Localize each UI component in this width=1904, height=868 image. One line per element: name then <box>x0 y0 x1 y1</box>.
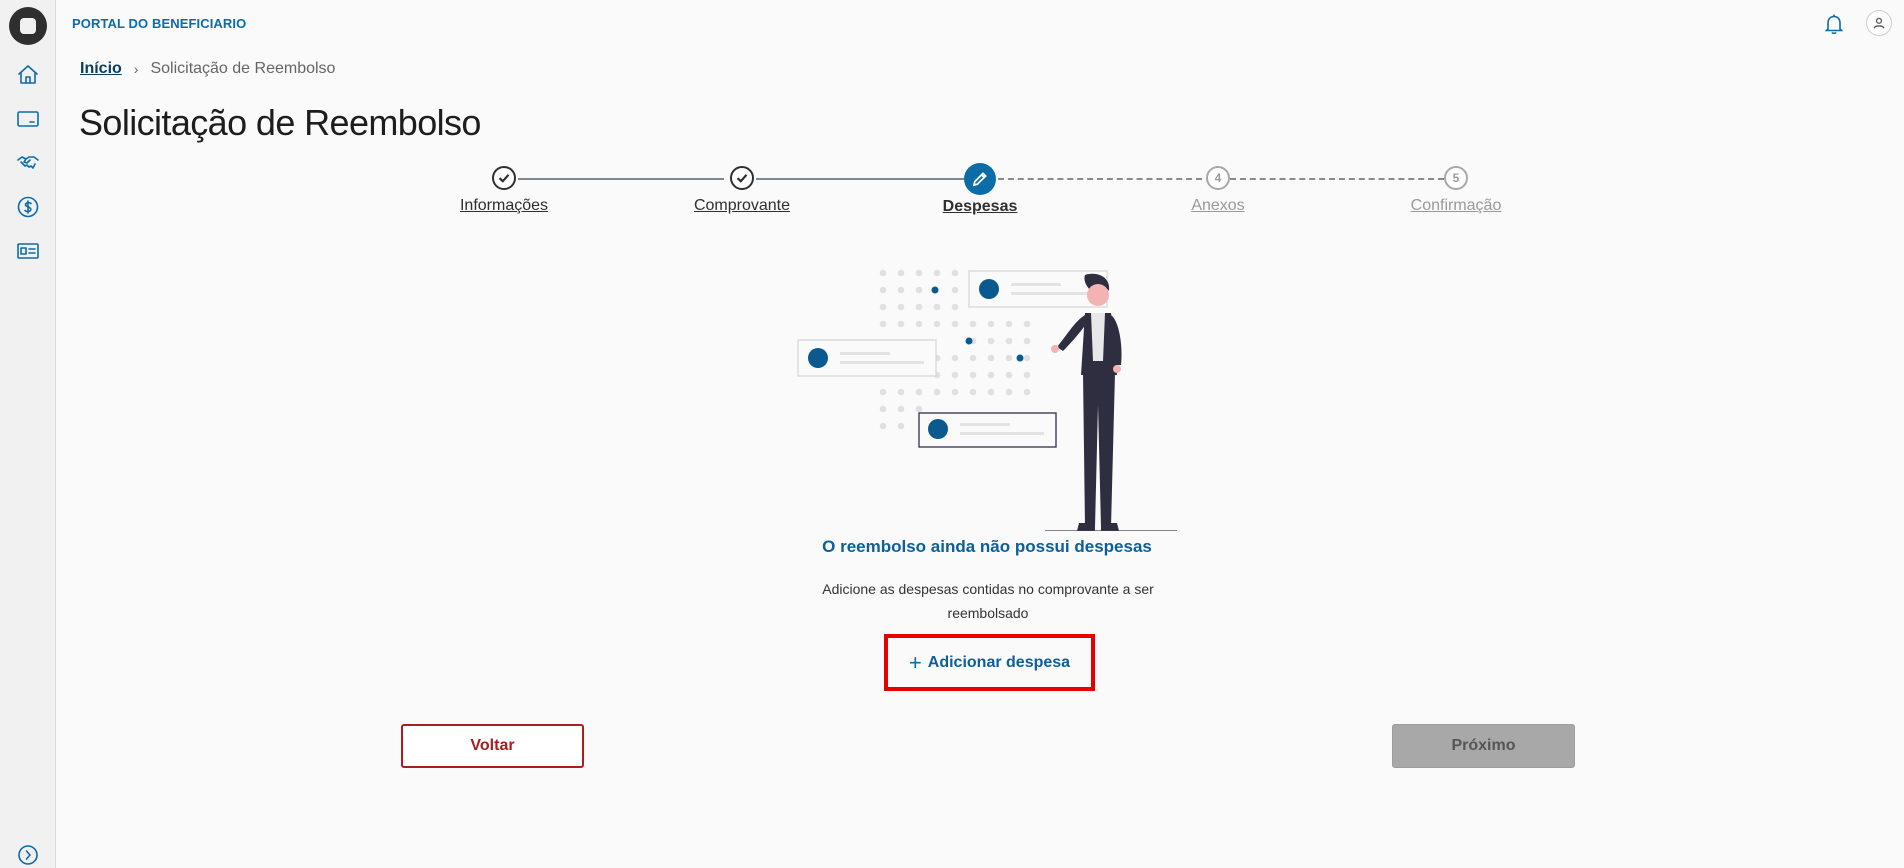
check-icon <box>730 166 754 190</box>
app-logo[interactable] <box>9 7 47 45</box>
empty-state-illustration <box>797 269 1177 531</box>
step-confirmacao[interactable]: 5 Confirmação <box>1376 163 1536 215</box>
accent-dot <box>965 337 973 345</box>
step-comprovante[interactable]: Comprovante <box>662 163 822 215</box>
user-icon <box>1873 17 1885 29</box>
add-expense-label: Adicionar despesa <box>927 653 1071 671</box>
step-label[interactable]: Confirmação <box>1376 197 1536 215</box>
home-icon[interactable] <box>15 62 41 88</box>
add-expense-button[interactable]: + Adicionar despesa <box>884 634 1095 691</box>
step-label[interactable]: Despesas <box>900 198 1060 216</box>
step-number: 4 <box>1206 166 1230 190</box>
empty-state-description: Adicione as despesas contidas no comprov… <box>822 581 1154 621</box>
next-button[interactable]: Próximo <box>1392 724 1575 768</box>
page-title: Solicitação de Reembolso <box>79 102 481 143</box>
card-middle <box>797 339 937 377</box>
sidebar <box>0 0 56 868</box>
plus-icon: + <box>908 649 922 675</box>
portal-title: PORTAL DO BENEFICIARIO <box>72 16 247 31</box>
step-anexos[interactable]: 4 Anexos <box>1138 163 1298 215</box>
step-label[interactable]: Informações <box>424 197 584 215</box>
id-card-icon[interactable] <box>15 238 41 264</box>
step-informacoes[interactable]: Informações <box>424 163 584 215</box>
breadcrumb-home-link[interactable]: Início <box>80 60 122 78</box>
accent-dot <box>931 286 939 294</box>
step-number: 5 <box>1444 166 1468 190</box>
stepper: Informações Comprovante Despesas 4 Anexo… <box>0 163 1904 223</box>
pencil-icon <box>964 163 996 195</box>
step-label[interactable]: Comprovante <box>662 197 822 215</box>
bell-icon[interactable] <box>1822 12 1846 36</box>
user-menu-button[interactable] <box>1866 10 1892 36</box>
accent-dot <box>1016 354 1024 362</box>
chevron-right-icon: › <box>133 61 139 77</box>
person-figure <box>1045 273 1177 531</box>
step-despesas[interactable]: Despesas <box>900 163 1060 216</box>
check-icon <box>492 166 516 190</box>
card-bottom <box>918 412 1057 448</box>
chevron-right-circle-icon[interactable] <box>15 842 41 868</box>
breadcrumb-current: Solicitação de Reembolso <box>150 60 336 77</box>
step-label[interactable]: Anexos <box>1138 197 1298 215</box>
card-icon[interactable] <box>15 106 41 132</box>
empty-state-title: O reembolso ainda não possui despesas <box>822 537 1152 556</box>
breadcrumb: Início › Solicitação de Reembolso <box>80 60 335 78</box>
back-button[interactable]: Voltar <box>401 724 584 768</box>
